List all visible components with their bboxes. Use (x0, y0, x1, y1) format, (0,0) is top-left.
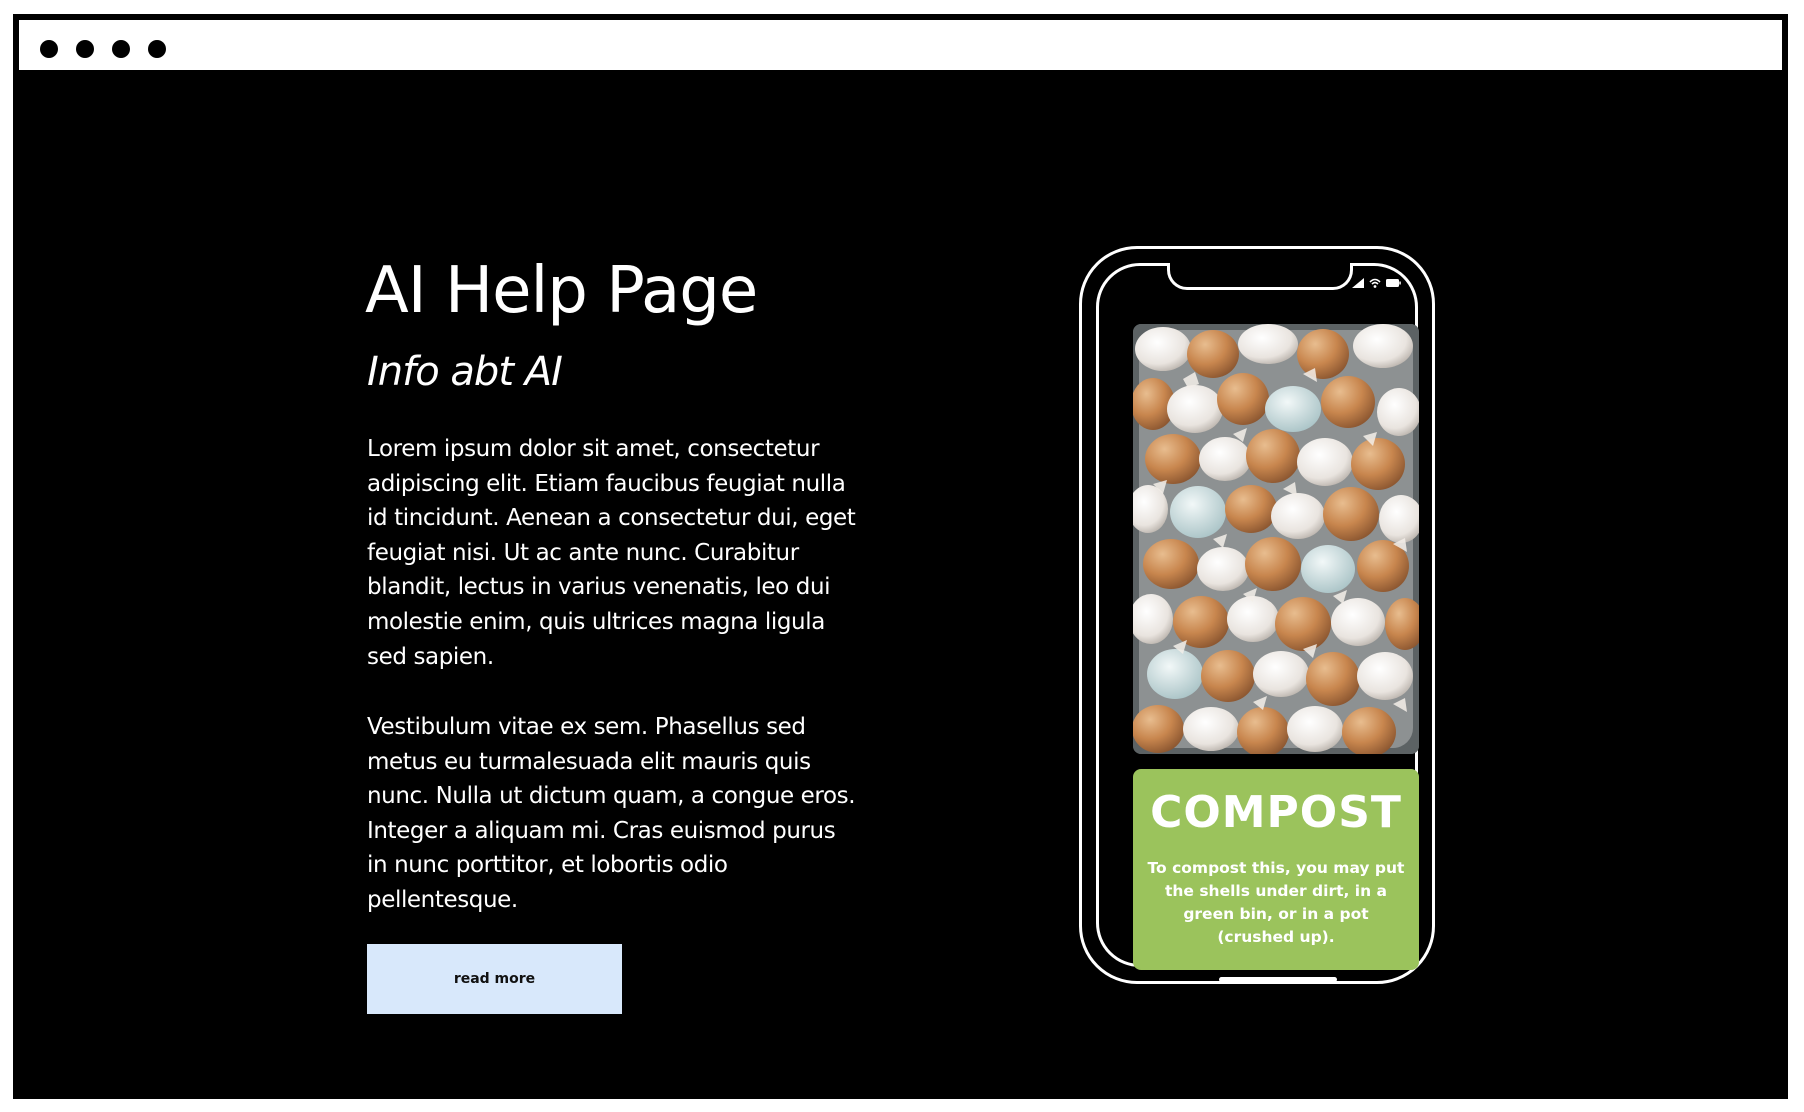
compost-card: COMPOST To compost this, you may put the… (1133, 769, 1419, 970)
window-control-dot-4[interactable] (148, 40, 166, 58)
page-subtitle: Info abt AI (367, 349, 563, 395)
body-paragraph-1: Lorem ipsum dolor sit amet, consectetur … (367, 436, 856, 670)
window-control-dot-3[interactable] (112, 40, 130, 58)
window-titlebar (15, 16, 1786, 74)
phone-screen: COMPOST To compost this, you may put the… (1096, 262, 1419, 982)
eggshells-photo (1133, 324, 1419, 754)
compost-description: To compost this, you may put the shells … (1147, 859, 1405, 946)
wifi-icon (1369, 278, 1381, 288)
eggshells-image (1133, 324, 1419, 754)
battery-icon (1386, 279, 1401, 287)
window-control-dot-1[interactable] (40, 40, 58, 58)
read-more-button[interactable]: read more (367, 944, 622, 1014)
body-paragraph-2: Vestibulum vitae ex sem. Phasellus sed m… (367, 714, 856, 913)
phone-notch (1167, 263, 1353, 290)
window-control-dot-2[interactable] (76, 40, 94, 58)
page-title: AI Help Page (365, 254, 758, 328)
signal-icon (1352, 278, 1364, 288)
status-bar (1352, 278, 1401, 288)
browser-window: AI Help Page Info abt AI Lorem ipsum dol… (13, 14, 1788, 1099)
page-content: AI Help Page Info abt AI Lorem ipsum dol… (15, 74, 1786, 1097)
home-indicator (1219, 977, 1337, 982)
phone-mockup: COMPOST To compost this, you may put the… (1079, 246, 1435, 984)
compost-title: COMPOST (1150, 787, 1402, 838)
